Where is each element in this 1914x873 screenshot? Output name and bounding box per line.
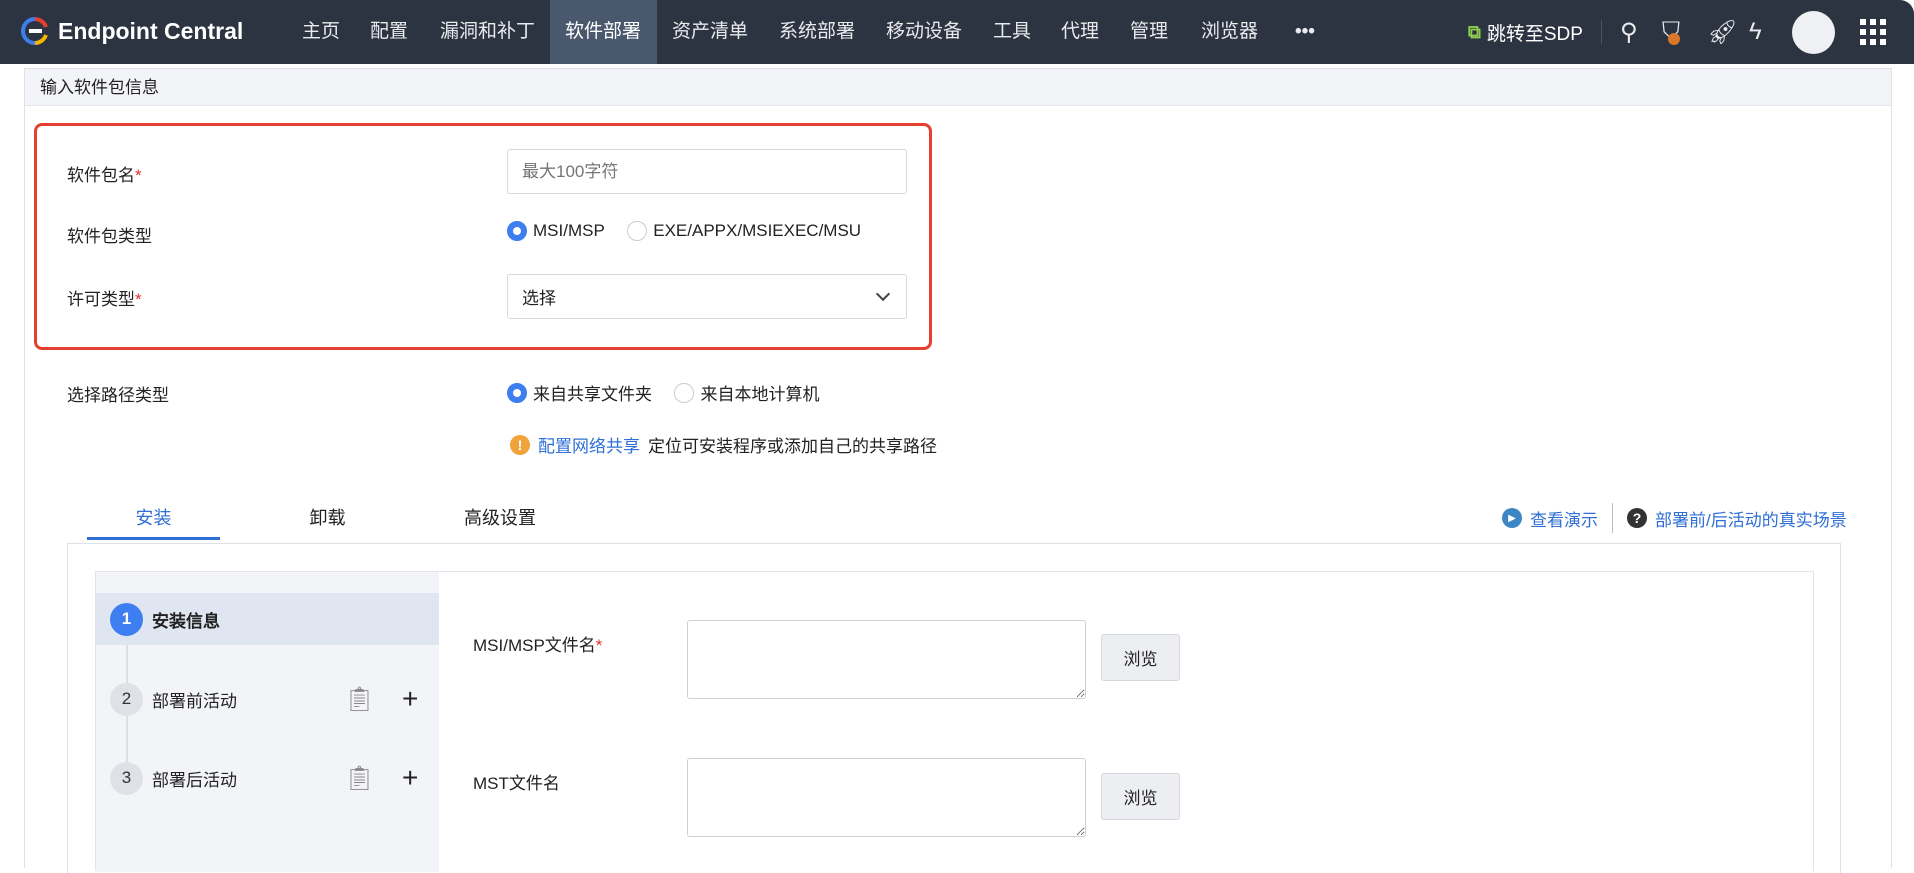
step-number: 3 bbox=[110, 761, 143, 795]
share-info: ! 配置网络共享 定位可安装程序或添加自己的共享路径 bbox=[510, 432, 937, 457]
radio-local-computer[interactable]: 来自本地计算机 bbox=[674, 380, 819, 405]
clipboard-icon[interactable]: 📋︎ bbox=[344, 685, 374, 714]
nav-inventory[interactable]: 资产清单 bbox=[657, 0, 763, 64]
sdp-link[interactable]: ⧉ 跳转至SDP bbox=[1468, 0, 1583, 64]
panel-title: 输入软件包信息 bbox=[25, 69, 1891, 106]
help-links: ▶ 查看演示 ? 部署前/后活动的真实场景 bbox=[1502, 503, 1847, 533]
package-type-radios: MSI/MSP EXE/APPX/MSIEXEC/MSU bbox=[507, 221, 879, 246]
rocket-icon[interactable]: 🚀︎ bbox=[1707, 0, 1737, 64]
help-icon: ? bbox=[1627, 508, 1647, 528]
nav-patches[interactable]: 漏洞和补丁 bbox=[425, 0, 550, 64]
nav-more[interactable]: ••• bbox=[1280, 0, 1330, 64]
scenarios-link[interactable]: 部署前/后活动的真实场景 bbox=[1655, 506, 1847, 531]
warning-icon: ! bbox=[510, 434, 530, 455]
app-logo[interactable]: Endpoint Central bbox=[20, 16, 243, 46]
app-name: Endpoint Central bbox=[58, 17, 244, 44]
step-pre-deployment[interactable]: 2 部署前活动 📋︎ + bbox=[96, 673, 439, 725]
endpoint-logo-icon bbox=[21, 17, 48, 45]
msi-filename-input[interactable] bbox=[687, 620, 1086, 699]
radio-msi[interactable]: MSI/MSP bbox=[507, 221, 605, 241]
browse-msi-button[interactable]: 浏览 bbox=[1101, 634, 1180, 681]
tab-install[interactable]: 安装 bbox=[87, 500, 220, 540]
path-type-label: 选择路径类型 bbox=[67, 386, 169, 405]
radio-shared-folder[interactable]: 来自共享文件夹 bbox=[507, 380, 652, 405]
shield-icon[interactable]: ⛉ bbox=[1662, 0, 1680, 64]
nav-mobile[interactable]: 移动设备 bbox=[871, 0, 977, 64]
nav-config[interactable]: 配置 bbox=[355, 0, 423, 64]
nav-home[interactable]: 主页 bbox=[287, 0, 355, 64]
step-number: 2 bbox=[110, 682, 143, 716]
step-label: 安装信息 bbox=[152, 611, 220, 631]
share-info-text: 定位可安装程序或添加自己的共享路径 bbox=[648, 437, 937, 456]
divider bbox=[1612, 503, 1613, 533]
sdp-icon: ⧉ bbox=[1468, 21, 1481, 42]
sdp-link-label: 跳转至SDP bbox=[1486, 23, 1583, 45]
view-demo-link[interactable]: 查看演示 bbox=[1530, 506, 1598, 531]
tab-uninstall[interactable]: 卸载 bbox=[270, 500, 385, 540]
nav-admin[interactable]: 管理 bbox=[1115, 0, 1183, 64]
chevron-down-icon bbox=[875, 286, 891, 302]
nav-software-deployment[interactable]: 软件部署 bbox=[550, 0, 657, 64]
nav-browser[interactable]: 浏览器 bbox=[1186, 0, 1273, 64]
nav-tools[interactable]: 工具 bbox=[978, 0, 1046, 64]
clipboard-icon[interactable]: 📋︎ bbox=[344, 764, 374, 793]
mst-filename-input[interactable] bbox=[687, 758, 1086, 837]
radio-exe[interactable]: EXE/APPX/MSIEXEC/MSU bbox=[627, 221, 861, 241]
nav-agent[interactable]: 代理 bbox=[1046, 0, 1114, 64]
license-type-label: 许可类型* bbox=[67, 290, 142, 309]
step-label: 部署前活动 bbox=[152, 691, 237, 711]
add-icon[interactable]: + bbox=[402, 762, 418, 794]
apps-grid-icon[interactable] bbox=[1860, 19, 1886, 45]
step-label: 部署后活动 bbox=[152, 770, 237, 790]
divider bbox=[1601, 20, 1602, 44]
nav-os-deployment[interactable]: 系统部署 bbox=[764, 0, 870, 64]
configure-share-link[interactable]: 配置网络共享 bbox=[538, 432, 640, 457]
browse-mst-button[interactable]: 浏览 bbox=[1101, 773, 1180, 820]
license-type-select[interactable]: 选择 bbox=[507, 274, 907, 319]
tab-advanced[interactable]: 高级设置 bbox=[440, 500, 560, 540]
package-name-input[interactable] bbox=[507, 149, 907, 194]
search-icon[interactable]: ⚲ bbox=[1620, 0, 1638, 64]
step-number: 1 bbox=[110, 602, 143, 636]
step-install-info[interactable]: 1 安装信息 bbox=[96, 593, 439, 645]
path-type-radios: 来自共享文件夹 来自本地计算机 bbox=[507, 380, 837, 408]
top-nav: Endpoint Central 主页 配置 漏洞和补丁 软件部署 资产清单 系… bbox=[0, 0, 1914, 64]
msi-filename-label: MSI/MSP文件名* bbox=[473, 636, 603, 655]
package-name-label: 软件包名* bbox=[67, 166, 142, 185]
step-post-deployment[interactable]: 3 部署后活动 📋︎ + bbox=[96, 752, 439, 804]
mst-filename-label: MST文件名 bbox=[473, 774, 560, 793]
package-type-label: 软件包类型 bbox=[67, 227, 152, 246]
play-icon: ▶ bbox=[1502, 508, 1522, 528]
avatar[interactable] bbox=[1792, 11, 1835, 54]
add-icon[interactable]: + bbox=[402, 683, 418, 715]
lightning-icon[interactable]: ϟ bbox=[1749, 0, 1762, 64]
